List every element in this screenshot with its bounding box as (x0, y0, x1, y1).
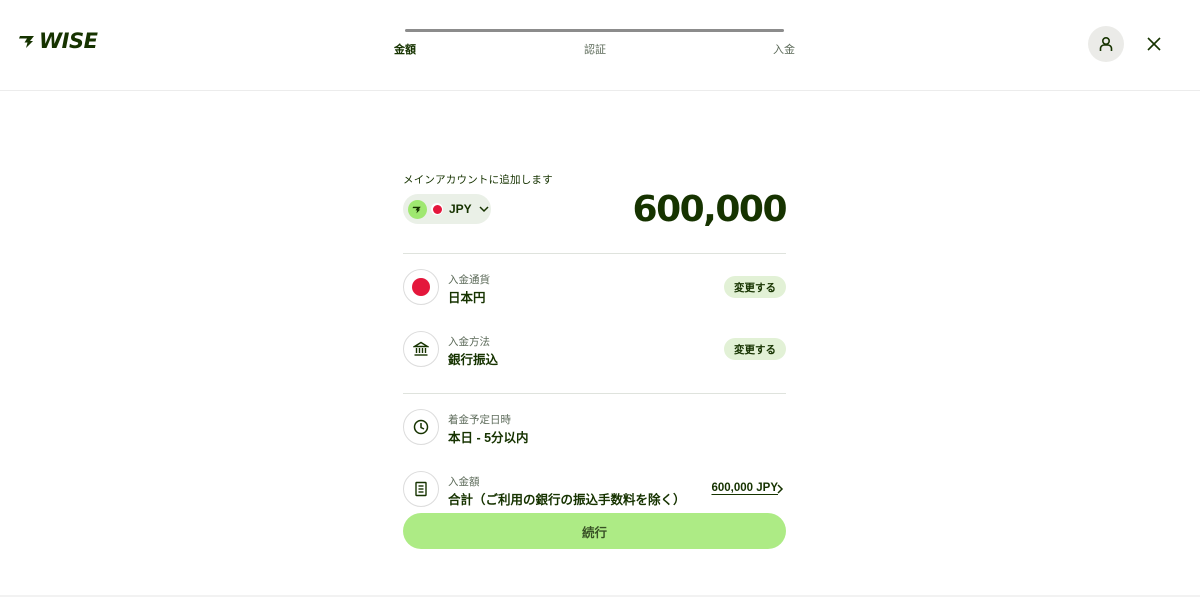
wise-logo-icon (19, 36, 34, 48)
total-amount-link[interactable]: 600,000 JPY (711, 482, 778, 494)
deposit-method-row: 入金方法 銀行振込 変更する (403, 331, 786, 393)
deposit-currency-label: 入金通貨 (448, 274, 490, 286)
currency-selector[interactable]: JPY (403, 194, 491, 224)
deposit-currency-row: 入金通貨 日本円 変更する (403, 269, 786, 331)
receipt-icon (415, 481, 427, 497)
account-label: メインアカウントに追加します (403, 174, 553, 186)
arrival-value: 本日 - 5分以内 (448, 431, 529, 445)
progress-stepper: 金額 認証 入金 (394, 29, 796, 59)
progress-track (405, 29, 784, 32)
deposit-method-label: 入金方法 (448, 336, 490, 348)
receipt-icon-circle (403, 471, 439, 507)
arrival-label: 着金予定日時 (448, 414, 511, 426)
step-amount: 金額 (394, 44, 416, 56)
clock-icon-circle (403, 409, 439, 445)
amount-value[interactable]: 600,000 (633, 189, 788, 230)
logo-text: WISE (39, 29, 98, 53)
total-description: 合計（ご利用の銀行の振込手数料を除く） (448, 493, 686, 507)
divider (403, 393, 786, 394)
continue-button[interactable]: 続行 (403, 513, 786, 549)
divider (403, 253, 786, 254)
amount-row: JPY 600,000 (403, 189, 788, 239)
wise-logo[interactable]: WISE (18, 29, 98, 53)
wise-badge-icon (408, 199, 427, 219)
japan-flag-icon (431, 203, 443, 215)
deposit-method-value: 銀行振込 (448, 353, 499, 367)
chevron-right-icon[interactable] (774, 483, 786, 495)
bank-icon-circle (403, 331, 439, 367)
bank-icon (413, 341, 429, 356)
clock-icon (413, 419, 429, 435)
user-icon (1099, 36, 1113, 51)
header: WISE 金額 認証 入金 (0, 0, 1200, 91)
japan-flag-icon (412, 278, 430, 296)
currency-flag (403, 269, 439, 305)
change-currency-button[interactable]: 変更する (724, 276, 786, 298)
deposit-currency-value: 日本円 (448, 291, 486, 305)
total-label: 入金額 (448, 476, 480, 488)
account-button[interactable] (1088, 26, 1124, 62)
close-icon (1147, 37, 1161, 51)
change-method-button[interactable]: 変更する (724, 338, 786, 360)
step-deposit: 入金 (773, 44, 795, 56)
arrival-row: 着金予定日時 本日 - 5分以内 (403, 409, 786, 471)
chevron-down-icon (479, 206, 489, 213)
step-verify: 認証 (584, 44, 606, 56)
close-button[interactable] (1143, 33, 1165, 55)
currency-code: JPY (449, 202, 472, 216)
deposit-panel: メインアカウントに追加します JPY 600,000 入金通貨 日本円 変更する (403, 172, 788, 533)
